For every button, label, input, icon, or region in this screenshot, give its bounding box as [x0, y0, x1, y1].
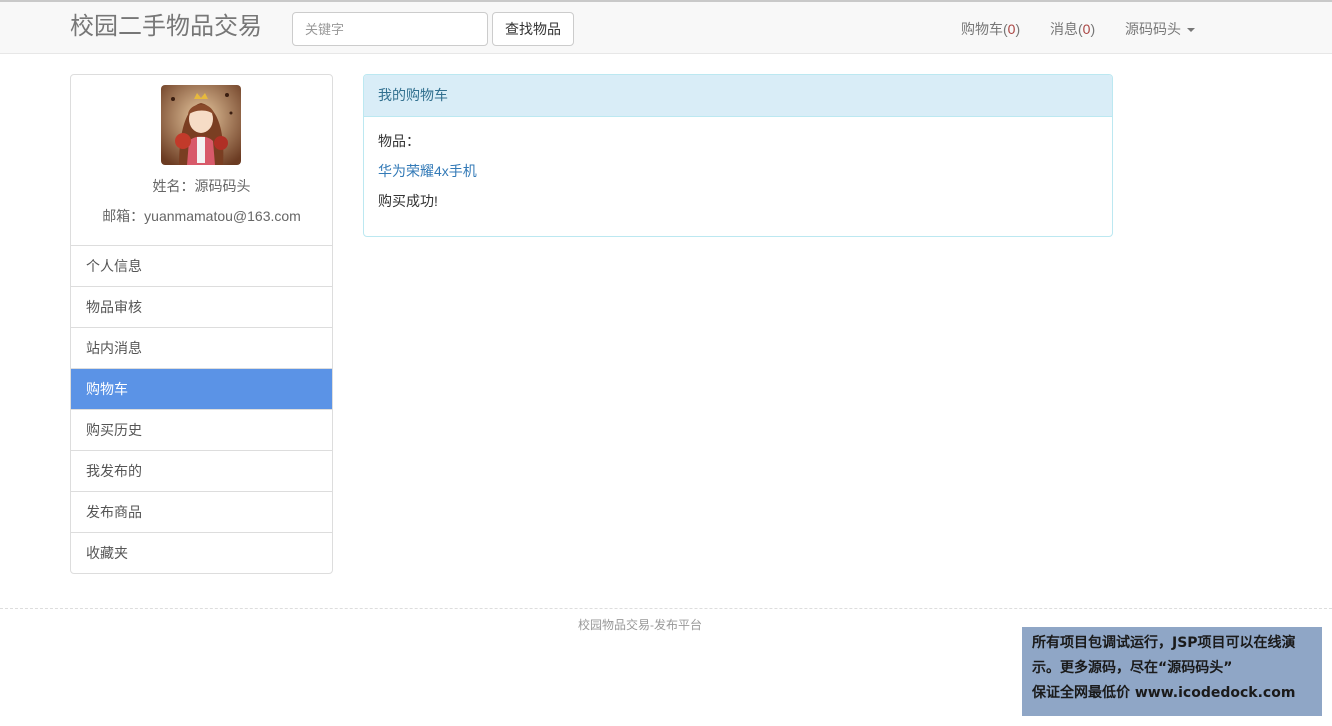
promo-banner: 所有项目包调试运行，JSP项目可以在线演 示。更多源码，尽在“源码码头” 保证全…: [1022, 627, 1322, 716]
user-menu-label: 源码码头: [1125, 21, 1181, 37]
search-button[interactable]: 查找物品: [492, 12, 574, 46]
site-brand[interactable]: 校园二手物品交易: [70, 12, 262, 42]
search-input[interactable]: [292, 12, 488, 46]
profile-name: 姓名：源码码头: [152, 178, 251, 194]
sidebar-item-favorites[interactable]: 收藏夹: [71, 533, 332, 573]
paren-close: ): [1015, 21, 1021, 37]
profile-card: 姓名：源码码头 邮箱：yuanmamatou@163.com: [71, 75, 332, 246]
item-link[interactable]: 华为荣耀4x手机: [378, 161, 477, 181]
promo-line-1: 所有项目包调试运行，JSP项目可以在线演: [1032, 635, 1296, 651]
sidebar-item-profile[interactable]: 个人信息: [71, 246, 332, 287]
nav-messages-label: 消息(: [1050, 21, 1083, 37]
item-label: 物品：: [378, 133, 420, 149]
sidebar-item-messages[interactable]: 站内消息: [71, 328, 332, 369]
avatar: [161, 85, 241, 165]
nav-cart-label: 购物车(: [961, 21, 1008, 37]
top-navbar: 校园二手物品交易 查找物品 购物车(0) 消息(0) 源码码头: [0, 0, 1332, 54]
sidebar-item-purchase-history[interactable]: 购买历史: [71, 410, 332, 451]
paren-close: ): [1090, 21, 1096, 37]
sidebar: 姓名：源码码头 邮箱：yuanmamatou@163.com 个人信息 物品审核…: [70, 74, 333, 574]
cart-panel-title: 我的购物车: [364, 75, 1112, 117]
cart-panel: 我的购物车 物品： 华为荣耀4x手机 购买成功!: [363, 74, 1113, 237]
nav-cart-link[interactable]: 购物车(0): [961, 19, 1020, 39]
caret-down-icon: [1187, 28, 1195, 33]
sidebar-item-review[interactable]: 物品审核: [71, 287, 332, 328]
purchase-status: 购买成功!: [378, 193, 438, 209]
sidebar-item-cart[interactable]: 购物车: [71, 369, 332, 410]
profile-email: 邮箱：yuanmamatou@163.com: [102, 208, 301, 224]
promo-line-3: 保证全网最低价 www.icodedock.com: [1032, 685, 1296, 701]
footer-divider: [0, 608, 1332, 609]
sidebar-item-my-posts[interactable]: 我发布的: [71, 451, 332, 492]
promo-line-2: 示。更多源码，尽在“源码码头”: [1032, 660, 1233, 676]
sidebar-item-publish[interactable]: 发布商品: [71, 492, 332, 533]
nav-messages-link[interactable]: 消息(0): [1050, 19, 1095, 39]
user-menu-dropdown[interactable]: 源码码头: [1125, 19, 1195, 39]
